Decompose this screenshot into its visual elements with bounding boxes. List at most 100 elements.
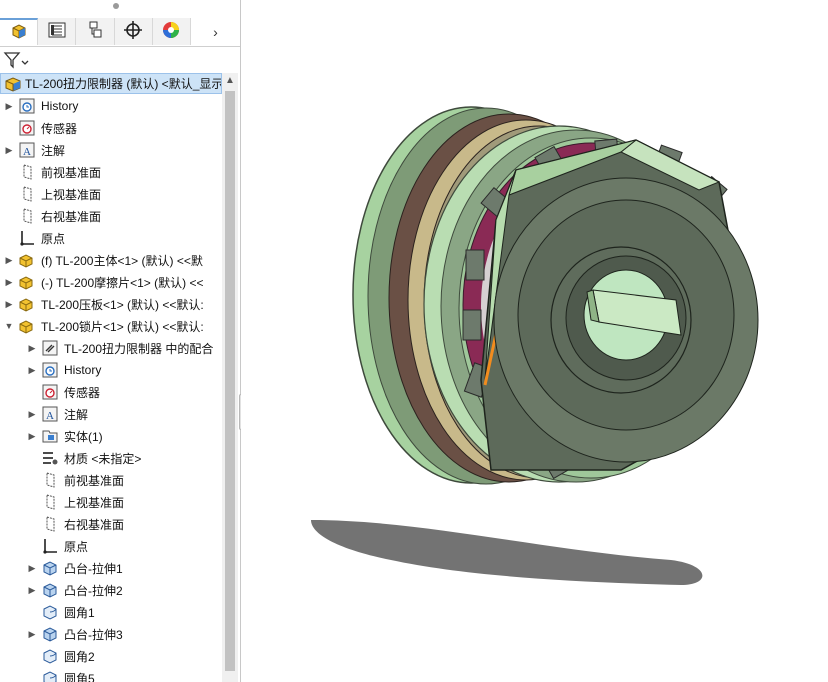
tree-item[interactable]: 原点	[0, 535, 240, 557]
fillet-icon	[41, 603, 59, 621]
tree-item[interactable]: 传感器	[0, 381, 240, 403]
annotation-icon: A	[41, 405, 59, 423]
expand-arrow-icon[interactable]: ▶	[27, 431, 37, 442]
tree-item[interactable]: ▶ History	[0, 359, 240, 381]
tree-item[interactable]: ▶ 实体(1)	[0, 425, 240, 447]
tree-item[interactable]: 上视基准面	[0, 183, 226, 205]
tree-item[interactable]: 圆角2	[0, 645, 240, 667]
tree-item[interactable]: ▶ A 注解	[0, 403, 240, 425]
expand-arrow-icon[interactable]: ▶	[27, 409, 37, 420]
svg-text:A: A	[23, 146, 31, 158]
tree-item[interactable]: 材质 <未指定>	[0, 447, 240, 469]
feature-manager-panel: › TL-200扭力限制器 (默认) <默认_显示 ▶ History 传感器 ▶ A 注…	[0, 0, 240, 682]
filter-icon[interactable]	[2, 50, 32, 70]
history-icon	[41, 361, 59, 379]
material-icon	[41, 449, 59, 467]
expand-arrow-icon[interactable]: ▶	[27, 563, 37, 574]
plane-icon	[18, 207, 36, 225]
tree-item[interactable]: ▶ TL-200压板<1> (默认) <<默认:	[0, 293, 226, 315]
tree-item[interactable]: ▶ 凸台-拉伸3	[0, 623, 240, 645]
tree-item[interactable]: 圆角5	[0, 667, 240, 682]
tree-item[interactable]: ▶ (-) TL-200摩擦片<1> (默认) <<	[0, 271, 226, 293]
plane-icon	[41, 471, 59, 489]
tree-item-label: 圆角5	[64, 671, 95, 682]
display-manager-icon	[161, 20, 181, 43]
scroll-thumb[interactable]	[225, 91, 235, 671]
scroll-up-arrow[interactable]: ▲	[222, 75, 238, 86]
tree-item-label: History	[64, 363, 102, 377]
expand-arrow-icon[interactable]: ▶	[27, 365, 37, 376]
configuration-manager-icon	[85, 20, 105, 43]
tree-item-label: 右视基准面	[41, 209, 102, 224]
svg-text:A: A	[46, 410, 54, 422]
tree-item-label: 注解	[41, 143, 66, 158]
tree-item-label: 凸台-拉伸3	[64, 627, 123, 642]
tree-item[interactable]: ▶ History	[0, 95, 226, 117]
property-manager-tab[interactable]	[38, 18, 77, 45]
expand-arrow-icon[interactable]: ▶	[4, 277, 14, 288]
tree-item-label: 凸台-拉伸1	[64, 561, 123, 576]
configuration-manager-tab[interactable]	[76, 18, 115, 45]
solid-bodies-icon	[41, 427, 59, 445]
tree-item-label: 原点	[41, 231, 66, 246]
expand-arrow-icon[interactable]: ▶	[27, 343, 37, 354]
tree-item[interactable]: 右视基准面	[0, 513, 240, 535]
tree-item-label: 原点	[64, 539, 89, 554]
tree-item[interactable]: ▼ TL-200锁片<1> (默认) <<默认:	[0, 315, 226, 337]
tree-scrollbar[interactable]: ▲	[222, 73, 238, 682]
part-icon	[18, 251, 36, 269]
plane-icon	[41, 493, 59, 511]
tree-item-label: TL-200锁片<1> (默认) <<默认:	[41, 319, 204, 334]
root-assembly-label: TL-200扭力限制器 (默认) <默认_显示	[25, 77, 222, 91]
tree-item[interactable]: 传感器	[0, 117, 226, 139]
expand-arrow-icon[interactable]: ▶	[4, 101, 14, 112]
tree-item[interactable]: 前视基准面	[0, 469, 240, 491]
root-assembly-item[interactable]: TL-200扭力限制器 (默认) <默认_显示	[0, 73, 222, 94]
tree-item[interactable]: 原点	[0, 227, 226, 249]
plane-icon	[41, 515, 59, 533]
feature-manager-tab[interactable]	[0, 18, 39, 45]
boss-extrude-icon	[41, 625, 59, 643]
plane-icon	[18, 185, 36, 203]
tree-item[interactable]: ▶ 凸台-拉伸1	[0, 557, 240, 579]
tree-item-label: 右视基准面	[64, 517, 125, 532]
tree-item[interactable]: ▶ A 注解	[0, 139, 226, 161]
feature-manager-icon	[9, 21, 29, 44]
tree-item-label: (-) TL-200摩擦片<1> (默认) <<	[41, 275, 204, 290]
tree-item-label: 传感器	[64, 385, 101, 400]
expand-arrow-icon[interactable]: ▶	[4, 145, 14, 156]
boss-extrude-icon	[41, 559, 59, 577]
tree-item-label: 上视基准面	[41, 187, 102, 202]
tree-item[interactable]: ▶ 凸台-拉伸2	[0, 579, 240, 601]
tree-item-label: 注解	[64, 407, 89, 422]
graphics-viewport[interactable]	[241, 0, 828, 682]
tree-item-label: 传感器	[41, 121, 78, 136]
tabs-scroll-right[interactable]: ›	[191, 18, 240, 45]
tree-item-label: (f) TL-200主体<1> (默认) <<默	[41, 253, 203, 268]
tree-item[interactable]: 右视基准面	[0, 205, 226, 227]
tree-item[interactable]: 前视基准面	[0, 161, 226, 183]
display-manager-tab[interactable]	[152, 18, 192, 45]
part-icon	[18, 317, 36, 335]
tree-item-label: 凸台-拉伸2	[64, 583, 123, 598]
tree-item-label: 圆角1	[64, 605, 95, 620]
dimxpert-icon	[123, 20, 143, 43]
fillet-icon	[41, 669, 59, 682]
expand-arrow-icon[interactable]: ▶	[27, 585, 37, 596]
dimxpert-manager-tab[interactable]	[114, 18, 153, 45]
panel-grip[interactable]	[113, 3, 119, 9]
expand-arrow-icon[interactable]: ▶	[4, 299, 14, 310]
tree-item[interactable]: ▶ TL-200扭力限制器 中的配合	[0, 337, 240, 359]
tree-item[interactable]: ▶ (f) TL-200主体<1> (默认) <<默	[0, 249, 226, 271]
assembly-icon	[4, 75, 22, 93]
fillet-icon	[41, 647, 59, 665]
tree-item-label: 前视基准面	[64, 473, 125, 488]
expand-arrow-icon[interactable]: ▶	[27, 629, 37, 640]
property-manager-icon	[47, 21, 67, 42]
tree-item[interactable]: 圆角1	[0, 601, 240, 623]
tree-item[interactable]: 上视基准面	[0, 491, 240, 513]
origin-icon	[41, 537, 59, 555]
tree-item-label: 实体(1)	[64, 429, 103, 444]
expand-arrow-icon[interactable]: ▶	[4, 255, 14, 266]
collapse-arrow-icon[interactable]: ▼	[4, 321, 14, 331]
